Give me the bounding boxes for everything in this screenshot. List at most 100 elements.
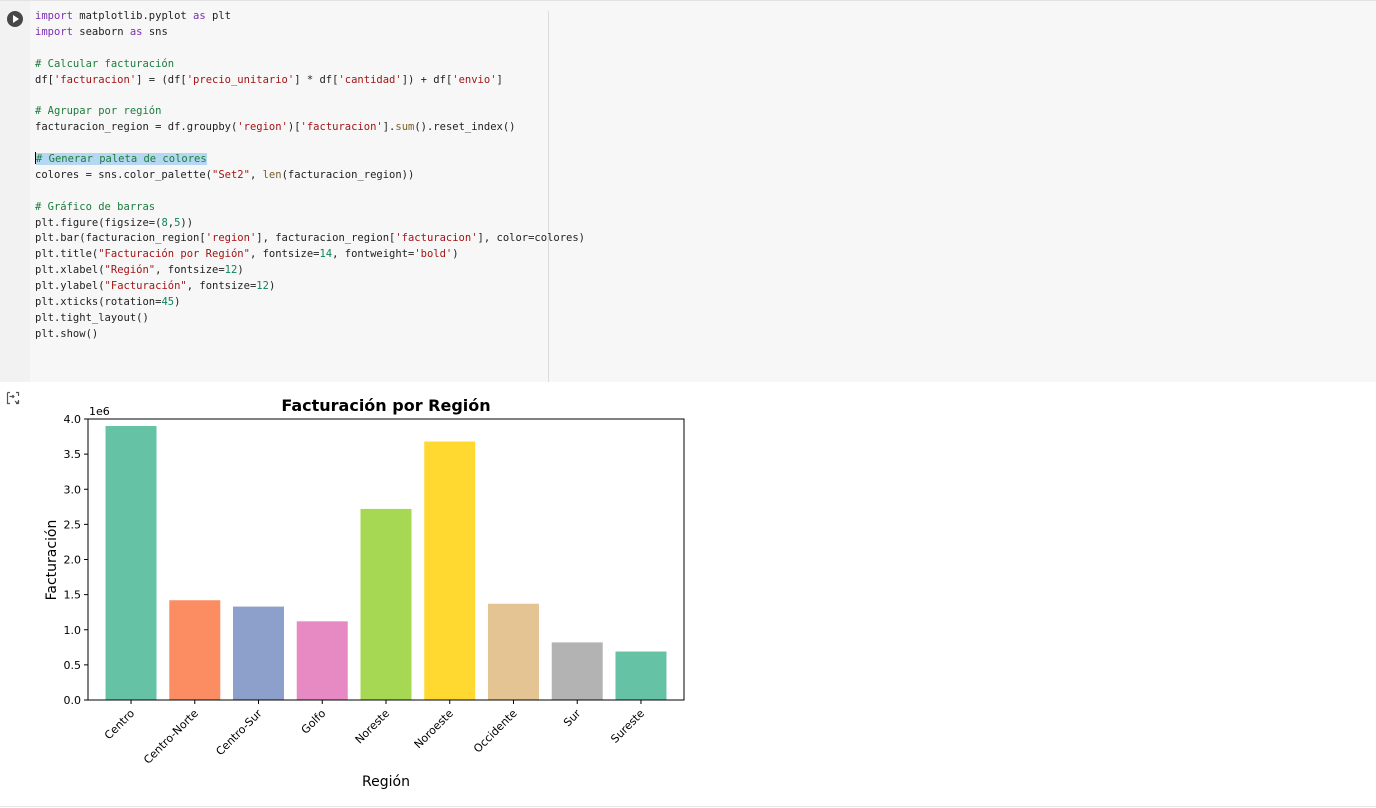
y-tick-label: 2.0 — [64, 554, 82, 567]
code-cell[interactable]: import matplotlib.pyplot as plt import se… — [0, 1, 1376, 382]
x-tick-label: Golfo — [299, 707, 329, 737]
x-tick-label: Centro — [102, 707, 137, 742]
code-token: # Gráfico de barras — [35, 200, 156, 213]
code-content[interactable]: import matplotlib.pyplot as plt import se… — [35, 9, 585, 343]
code-token: df[ — [35, 73, 54, 86]
bar-sureste — [615, 651, 667, 700]
code-token: facturacion_region = df.groupby( — [35, 121, 238, 134]
code-line: # Generar paleta de colores — [35, 152, 585, 168]
x-axis-ticks: Centro Centro-Norte Centro-Sur Golfo Noreste… — [102, 700, 647, 767]
code-token: plt.bar(facturacion_region[ — [35, 232, 206, 245]
y-tick-label: 3.0 — [64, 483, 82, 496]
code-token: 'facturacion' — [53, 73, 137, 86]
code-token: ) — [452, 248, 459, 261]
x-tick-label: Noroeste — [412, 707, 456, 751]
y-tick-label: 0.5 — [64, 659, 82, 672]
code-token: (facturacion_region)) — [281, 168, 415, 181]
y-tick-label: 1.0 — [64, 624, 82, 637]
code-line: plt.tight_layout() — [35, 311, 585, 327]
code-token: # Generar paleta de colores — [36, 153, 207, 166]
code-editor[interactable]: import matplotlib.pyplot as plt import se… — [30, 1, 1376, 382]
code-token: ] * df[ — [294, 73, 339, 86]
bar-centro-sur — [233, 606, 285, 700]
code-token: "Set2" — [212, 168, 250, 181]
code-line: # Gráfico de barras — [35, 200, 585, 216]
code-token: plt — [205, 10, 231, 22]
code-token: len — [262, 168, 282, 181]
code-token: 'facturacion' — [300, 121, 383, 134]
code-token: plt.xticks(rotation= — [35, 296, 162, 309]
chart-title: Facturación por Región — [281, 396, 490, 415]
code-token: plt.tight_layout() — [35, 311, 149, 324]
code-token: ().reset_index() — [414, 121, 516, 134]
cell-gutter — [0, 1, 30, 382]
x-tick-label: Sureste — [608, 707, 647, 746]
code-token: )) — [180, 216, 194, 229]
code-token: ]) + df[ — [401, 73, 453, 86]
code-line: colores = sns.color_palette("Set2", len(… — [35, 168, 585, 184]
bars — [105, 426, 667, 700]
code-token: 'precio_unitario' — [186, 73, 295, 86]
code-token: plt.xlabel( — [35, 264, 105, 277]
code-token: ) — [268, 280, 276, 293]
code-token: )[ — [287, 121, 301, 134]
code-token: ] — [496, 73, 503, 86]
code-token: # Agrupar por región — [35, 105, 162, 118]
code-token: matplotlib.pyplot — [72, 10, 194, 22]
code-token: as — [129, 25, 143, 38]
x-tick-label: Sur — [561, 707, 584, 730]
code-line: # Agrupar por región — [35, 104, 585, 120]
code-token: sum — [395, 121, 415, 134]
cell-output: Facturación por Región 1e6 0.0 0.5 1.0 1.5 2… — [0, 383, 1376, 807]
bar-centro-norte — [169, 600, 221, 700]
code-line: df['facturacion'] = (df['precio_unitario… — [35, 73, 585, 89]
code-token: plt.title( — [35, 248, 99, 261]
code-token: 'bold' — [414, 248, 453, 261]
code-token: 'region' — [205, 232, 257, 245]
code-token: "Facturación por Región" — [98, 248, 250, 261]
code-token: # Calcular facturación — [35, 57, 175, 70]
x-axis-label: Región — [362, 774, 410, 790]
x-tick-label: Occidente — [471, 707, 520, 756]
code-token: "Región" — [104, 264, 156, 277]
code-line: plt.ylabel("Facturación", fontsize=12) — [35, 279, 585, 295]
code-token: 12 — [224, 264, 238, 277]
y-axis-label: Facturación — [44, 520, 60, 601]
y-tick-label: 2.5 — [64, 518, 82, 531]
x-tick-label: Centro-Norte — [141, 707, 201, 767]
code-token: , fontsize= — [186, 280, 257, 293]
code-token: seaborn — [72, 25, 130, 38]
code-token: 12 — [256, 280, 269, 293]
run-cell-button[interactable] — [7, 11, 23, 27]
code-line: plt.xticks(rotation=45) — [35, 295, 585, 311]
code-token: plt.figure(figsize=( — [35, 216, 162, 229]
code-line: plt.title("Facturación por Región", font… — [35, 247, 585, 263]
code-line: plt.bar(facturacion_region['region'], fa… — [35, 231, 585, 247]
bar-chart: Facturación por Región 1e6 0.0 0.5 1.0 1.5 2… — [44, 396, 685, 790]
code-token: as — [193, 10, 206, 22]
bar-noroeste — [424, 441, 476, 700]
y-offset-label: 1e6 — [89, 405, 110, 418]
y-tick-label: 0.0 — [64, 694, 82, 707]
code-token: 'cantidad' — [338, 73, 402, 86]
code-token: import — [35, 25, 73, 38]
code-line: import seaborn as sns — [35, 25, 585, 41]
code-token: sns — [142, 25, 168, 38]
code-token: 'region' — [237, 121, 288, 134]
code-token: ) — [237, 264, 244, 277]
x-tick-label: Centro-Sur — [213, 707, 265, 759]
bar-occidente — [487, 603, 539, 700]
y-tick-label: 3.5 — [64, 448, 82, 461]
code-token: , fontsize= — [155, 264, 225, 277]
code-token: ]. — [382, 121, 396, 134]
code-token: ], color=colores) — [477, 232, 585, 245]
code-token: 'facturacion' — [395, 232, 478, 245]
code-token: 45 — [161, 296, 175, 309]
x-tick-label: Noreste — [353, 707, 393, 747]
code-token: "Facturación" — [104, 280, 187, 293]
bar-noreste — [360, 508, 412, 700]
